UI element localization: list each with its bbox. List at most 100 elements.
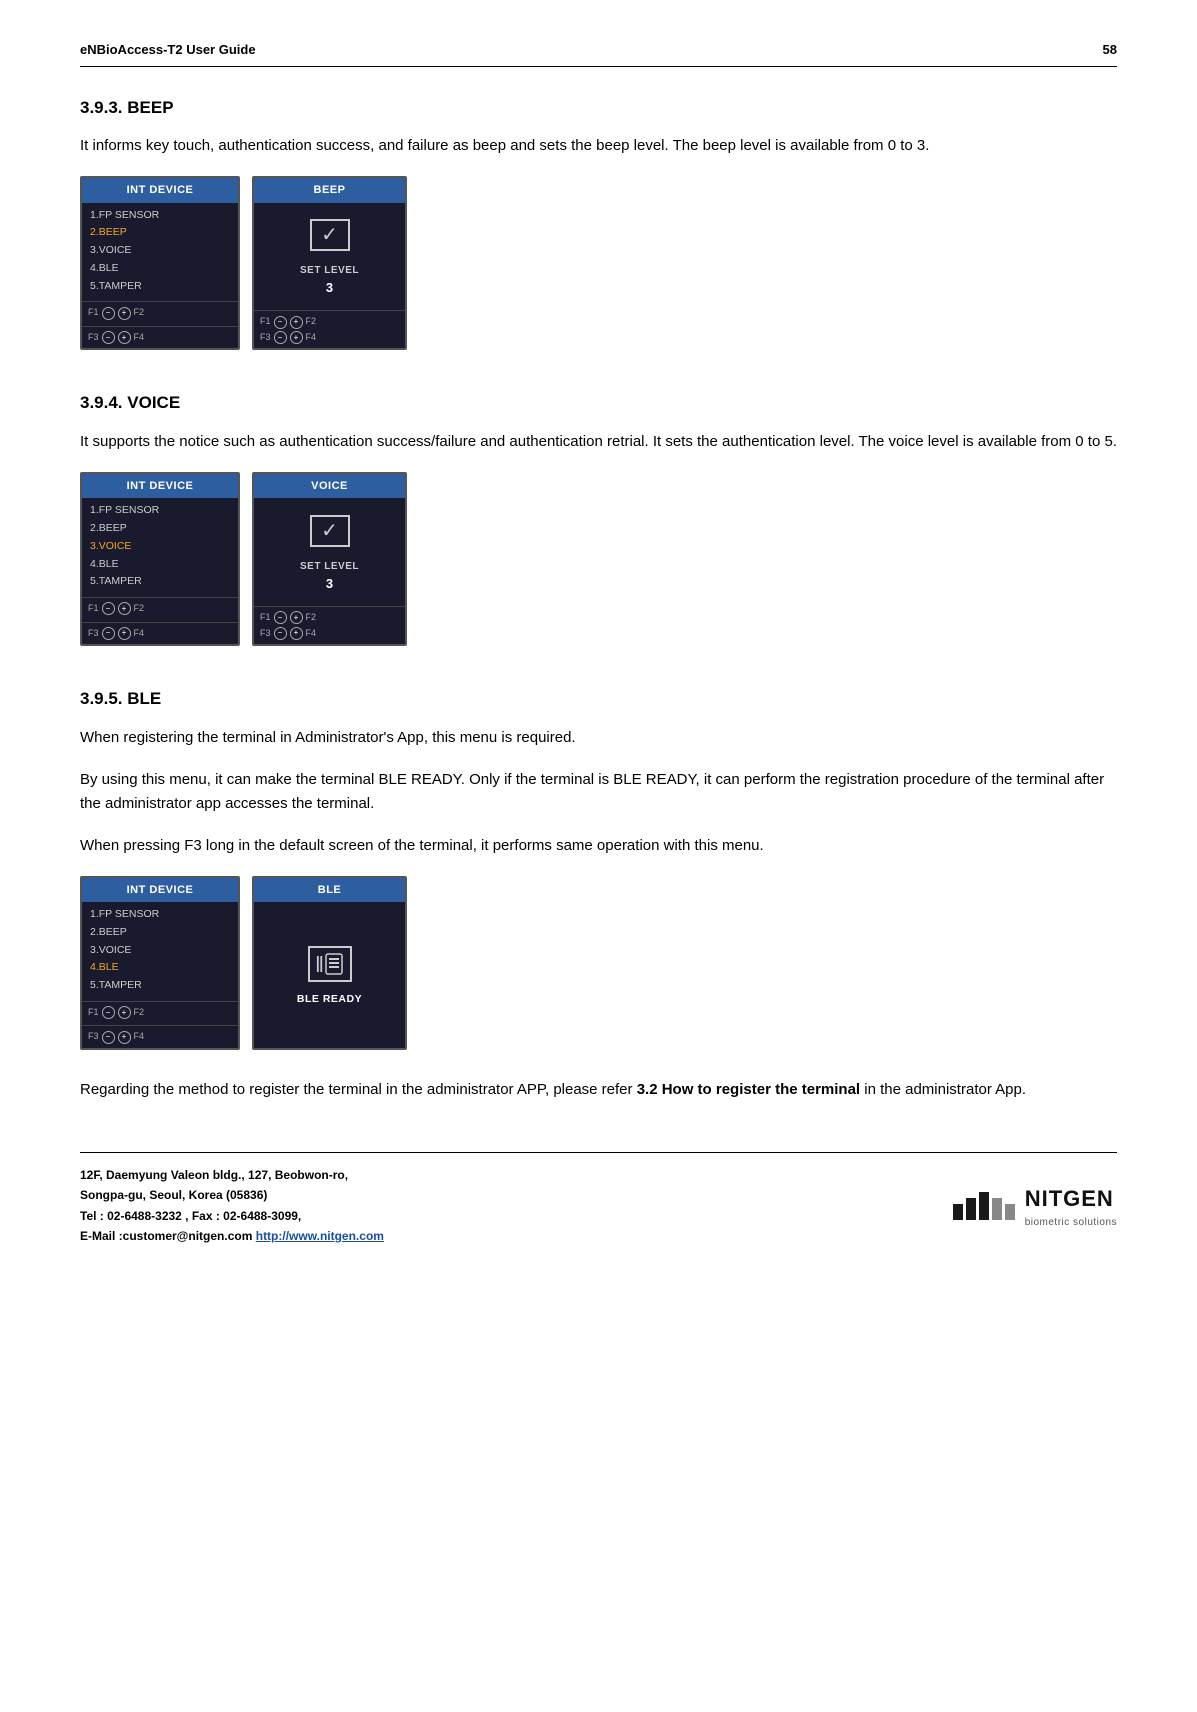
ble-menu: 1.FP SENSOR 2.BEEP 3.VOICE 4.BLE 5.TAMPE…	[82, 902, 238, 999]
f1-label: F1	[88, 306, 99, 320]
ble-note-bold: 3.2 How to register the terminal	[637, 1081, 860, 1098]
ble-left-buttons2: F3 − + F4	[82, 1025, 238, 1048]
footer-line3: Tel : 02-6488-3232 , Fax : 02-6488-3099,	[80, 1206, 384, 1226]
ble-note-suffix: in the administrator App.	[860, 1081, 1026, 1098]
button-row-bottom: F3 − + F4	[88, 331, 144, 345]
document-title: eNBioAccess-T2 User Guide	[80, 40, 256, 60]
nitgen-bars-icon	[953, 1192, 1015, 1220]
section-beep: 3.9.3. BEEP It informs key touch, authen…	[80, 95, 1117, 351]
bar4	[992, 1198, 1002, 1220]
footer-url[interactable]: http://www.nitgen.com	[256, 1229, 384, 1243]
beep-right-screen: BEEP ✓ SET LEVEL 3 F1 − + F2 F3 − +	[252, 176, 407, 350]
beep-screenshots: INT DEVICE 1.FP SENSOR 2.BEEP 3.VOICE 4.…	[80, 176, 1117, 350]
voice-check-icon: ✓	[310, 515, 350, 547]
voice-right-btn-row2: F3 − + F4	[260, 627, 399, 641]
bar2	[966, 1198, 976, 1220]
minus-btn[interactable]: −	[102, 307, 115, 320]
ble-svg-icon	[324, 952, 344, 976]
voice-description: It supports the notice such as authentic…	[80, 430, 1117, 454]
ble-menu-item-voice: 3.VOICE	[90, 942, 230, 960]
beep-menu: 1.FP SENSOR 2.BEEP 3.VOICE 4.BLE 5.TAMPE…	[82, 203, 238, 300]
voice-menu-item-voice-active: 3.VOICE	[90, 538, 230, 556]
voice-menu-item-fp-sensor: 1.FP SENSOR	[90, 502, 230, 520]
nitgen-tagline: biometric solutions	[1025, 1215, 1117, 1230]
beep-set-level-value: 3	[326, 278, 333, 298]
section-ble: 3.9.5. BLE When registering the terminal…	[80, 686, 1117, 1102]
ble-body1: When registering the terminal in Adminis…	[80, 726, 1117, 750]
f3-label: F3	[88, 331, 99, 345]
nitgen-text-block: NITGEN biometric solutions	[1025, 1182, 1117, 1230]
ble-left-header: INT DEVICE	[82, 878, 238, 903]
button-row-top: F1 − + F2	[88, 306, 144, 320]
ble-left-screen: INT DEVICE 1.FP SENSOR 2.BEEP 3.VOICE 4.…	[80, 876, 240, 1050]
ble-menu-item-beep: 2.BEEP	[90, 924, 230, 942]
footer-address: 12F, Daemyung Valeon bldg., 127, Beobwon…	[80, 1165, 384, 1247]
voice-left-header: INT DEVICE	[82, 474, 238, 499]
ble-icon: ‖	[308, 946, 352, 982]
page-header: eNBioAccess-T2 User Guide 58	[80, 40, 1117, 67]
voice-heading: 3.9.4. VOICE	[80, 390, 1117, 416]
beep-description: It informs key touch, authentication suc…	[80, 134, 1117, 158]
beep-left-buttons: F1 − + F2	[82, 301, 238, 324]
f4-label: F4	[134, 331, 145, 345]
ble-right-screen: BLE ‖ BLE READY	[252, 876, 407, 1050]
ble-note: Regarding the method to register the ter…	[80, 1078, 1117, 1102]
voice-menu-item-ble: 4.BLE	[90, 556, 230, 574]
voice-left-buttons: F1 − + F2	[82, 597, 238, 620]
voice-right-btn-row1: F1 − + F2	[260, 611, 399, 625]
bar1	[953, 1204, 963, 1220]
footer-line1: 12F, Daemyung Valeon bldg., 127, Beobwon…	[80, 1165, 384, 1185]
minus-btn2[interactable]: −	[102, 331, 115, 344]
beep-right-header: BEEP	[254, 178, 405, 203]
voice-set-level-value: 3	[326, 574, 333, 594]
bar5	[1005, 1204, 1015, 1220]
footer-line2: Songpa-gu, Seoul, Korea (05836)	[80, 1185, 384, 1205]
voice-left-screen: INT DEVICE 1.FP SENSOR 2.BEEP 3.VOICE 4.…	[80, 472, 240, 646]
plus-btn2[interactable]: +	[118, 331, 131, 344]
menu-item-beep-active: 2.BEEP	[90, 224, 230, 242]
ble-menu-item-fp-sensor: 1.FP SENSOR	[90, 906, 230, 924]
voice-right-buttons: F1 − + F2 F3 − + F4	[254, 606, 405, 644]
voice-menu-item-beep: 2.BEEP	[90, 520, 230, 538]
ble-ready-label: BLE READY	[297, 992, 362, 1008]
section-voice: 3.9.4. VOICE It supports the notice such…	[80, 390, 1117, 646]
beep-left-screen: INT DEVICE 1.FP SENSOR 2.BEEP 3.VOICE 4.…	[80, 176, 240, 350]
beep-right-btn-row2: F3 − + F4	[260, 331, 399, 345]
voice-menu-item-tamper: 5.TAMPER	[90, 573, 230, 591]
voice-right-header: VOICE	[254, 474, 405, 499]
footer-line4: E-Mail :customer@nitgen.com http://www.n…	[80, 1226, 384, 1246]
bar3	[979, 1192, 989, 1220]
voice-set-level-label: SET LEVEL	[300, 559, 359, 574]
voice-left-buttons2: F3 − + F4	[82, 622, 238, 645]
ble-body3: When pressing F3 long in the default scr…	[80, 834, 1117, 858]
voice-right-screen: VOICE ✓ SET LEVEL 3 F1 − + F2 F3 − +	[252, 472, 407, 646]
beep-left-buttons2: F3 − + F4	[82, 326, 238, 349]
page-number: 58	[1103, 40, 1117, 60]
ble-right-body: ‖ BLE READY	[254, 902, 405, 1048]
ble-heading: 3.9.5. BLE	[80, 686, 1117, 712]
menu-item-ble: 4.BLE	[90, 260, 230, 278]
beep-right-buttons: F1 − + F2 F3 − + F4	[254, 310, 405, 348]
ble-screenshots: INT DEVICE 1.FP SENSOR 2.BEEP 3.VOICE 4.…	[80, 876, 1117, 1050]
footer-email: E-Mail :customer@nitgen.com	[80, 1229, 256, 1243]
ble-menu-item-tamper: 5.TAMPER	[90, 977, 230, 995]
beep-right-btn-row1: F1 − + F2	[260, 315, 399, 329]
ble-body2: By using this menu, it can make the term…	[80, 768, 1117, 816]
ble-menu-item-ble-active: 4.BLE	[90, 959, 230, 977]
beep-set-level-label: SET LEVEL	[300, 263, 359, 278]
menu-item-fp-sensor: 1.FP SENSOR	[90, 207, 230, 225]
voice-screenshots: INT DEVICE 1.FP SENSOR 2.BEEP 3.VOICE 4.…	[80, 472, 1117, 646]
ble-right-header: BLE	[254, 878, 405, 903]
beep-right-body: ✓ SET LEVEL 3	[254, 203, 405, 311]
beep-check-icon: ✓	[310, 219, 350, 251]
beep-left-header: INT DEVICE	[82, 178, 238, 203]
nitgen-logo: NITGEN biometric solutions	[953, 1182, 1117, 1230]
f2-label: F2	[134, 306, 145, 320]
voice-right-body: ✓ SET LEVEL 3	[254, 498, 405, 606]
nitgen-brand-name: NITGEN	[1025, 1182, 1117, 1215]
voice-menu: 1.FP SENSOR 2.BEEP 3.VOICE 4.BLE 5.TAMPE…	[82, 498, 238, 595]
ble-note-prefix: Regarding the method to register the ter…	[80, 1081, 637, 1098]
plus-btn[interactable]: +	[118, 307, 131, 320]
page-footer: 12F, Daemyung Valeon bldg., 127, Beobwon…	[80, 1152, 1117, 1247]
menu-item-voice: 3.VOICE	[90, 242, 230, 260]
